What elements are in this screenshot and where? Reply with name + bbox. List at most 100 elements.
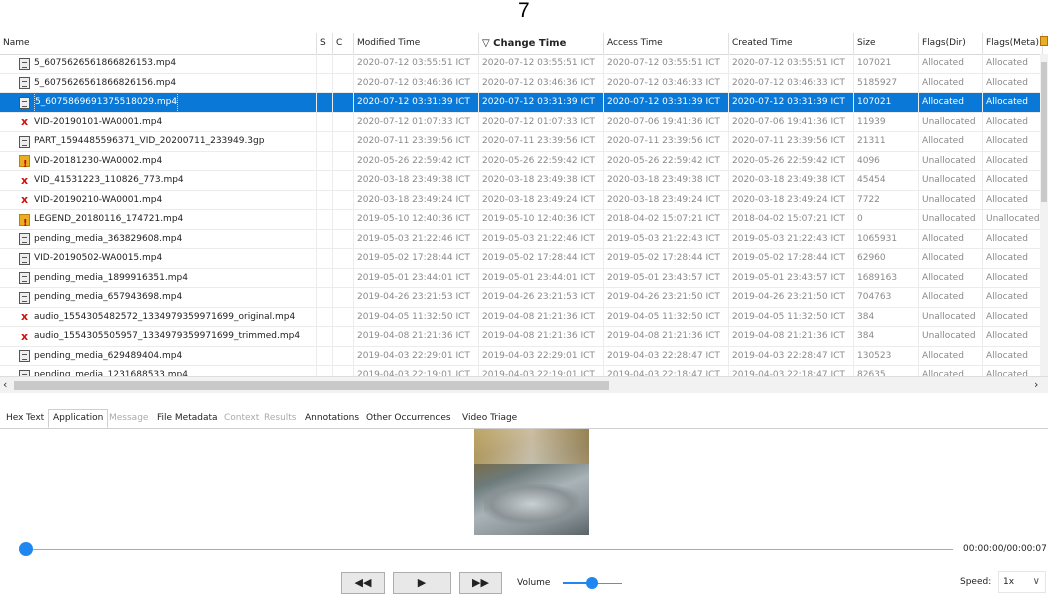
column-header-created[interactable]: Created Time [729, 33, 854, 54]
file-icon [19, 291, 30, 304]
table-row[interactable]: PART_1594485596371_VID_20200711_233949.3… [0, 132, 1043, 152]
playback-time: 00:00:00/00:00:07 [963, 544, 1047, 554]
cell-flags-dir: Allocated [919, 229, 983, 249]
tab-other-occurrences[interactable]: Other Occurrences [362, 410, 455, 427]
cell-access: 2019-04-03 22:28:47 ICT [604, 346, 729, 366]
file-icon [19, 350, 30, 362]
table-row[interactable]: x VID-20190101-WA0001.mp4 2020-07-12 01:07… [0, 112, 1043, 132]
cell-s [317, 132, 333, 151]
volume-label: Volume [517, 578, 551, 588]
cell-s [317, 93, 333, 112]
cell-name: x audio_1554305505957_1334979359971699_tr… [0, 327, 317, 346]
cell-c [333, 151, 354, 171]
cell-change: 2020-03-18 23:49:24 ICT [479, 190, 604, 210]
cell-access: 2020-07-06 19:41:36 ICT [604, 112, 729, 132]
fast-forward-button[interactable]: ▶▶ [459, 572, 502, 594]
column-header-name[interactable]: Name [0, 33, 317, 54]
speed-select[interactable]: 1x ∨ [998, 571, 1046, 593]
file-name: VID-20190210-WA0001.mp4 [34, 194, 163, 205]
scroll-right-icon[interactable]: › [1034, 378, 1038, 391]
cell-size: 130523 [854, 346, 919, 366]
file-icon [19, 233, 30, 245]
column-chooser-icon[interactable] [1040, 36, 1048, 46]
column-header-access[interactable]: Access Time [604, 33, 729, 54]
cell-modified: 2019-04-03 22:29:01 ICT [354, 346, 479, 366]
file-icon [19, 57, 30, 70]
table-row[interactable]: VID-20190502-WA0015.mp4 2019-05-02 17:28:… [0, 249, 1043, 269]
speed-label: Speed: [960, 577, 992, 587]
seek-track[interactable] [26, 549, 953, 550]
table-row[interactable]: 5_6075626561866826156.mp4 2020-07-12 03:4… [0, 73, 1043, 93]
table-row[interactable]: pending_media_629489404.mp4 2019-04-03 22… [0, 346, 1043, 366]
file-name: LEGEND_20180116_174721.mp4 [34, 214, 184, 224]
file-icon [19, 135, 30, 148]
cell-flags-dir: Allocated [919, 288, 983, 307]
horizontal-scrollbar[interactable]: ‹ › [0, 376, 1048, 393]
cell-flags-meta: Allocated [983, 268, 1043, 288]
cell-name: x VID-20190210-WA0001.mp4 [0, 190, 317, 210]
tab-file-metadata[interactable]: File Metadata [153, 410, 222, 427]
cell-created: 2020-07-12 03:55:51 ICT [729, 54, 854, 73]
table-row[interactable]: 5_6075869691375518029.mp4 2020-07-12 03:3… [0, 93, 1043, 113]
table-row[interactable]: x audio_1554305505957_1334979359971699_tr… [0, 327, 1043, 347]
cell-access: 2018-04-02 15:07:21 ICT [604, 210, 729, 229]
file-icon [19, 77, 30, 89]
tab-application[interactable]: Application [48, 409, 109, 428]
cell-c [333, 268, 354, 288]
play-button[interactable]: ▶ [393, 572, 451, 594]
cell-s [317, 151, 333, 171]
cell-flags-meta: Allocated [983, 346, 1043, 366]
table-row[interactable]: pending_media_363829608.mp4 2019-05-03 21… [0, 229, 1043, 249]
cell-modified: 2020-03-18 23:49:24 ICT [354, 190, 479, 210]
vertical-scrollbar[interactable] [1040, 54, 1048, 376]
cell-c [333, 93, 354, 112]
cell-size: 384 [854, 307, 919, 327]
cell-flags-meta: Allocated [983, 307, 1043, 327]
tab-video-triage[interactable]: Video Triage [458, 410, 521, 427]
cell-modified: 2019-05-10 12:40:36 ICT [354, 210, 479, 229]
cell-modified: 2019-05-02 17:28:44 ICT [354, 249, 479, 268]
file-name: VID-20181230-WA0002.mp4 [34, 155, 163, 166]
cell-flags-meta: Allocated [983, 54, 1043, 73]
cell-flags-dir: Allocated [919, 268, 983, 288]
cell-change: 2019-05-10 12:40:36 ICT [479, 210, 604, 229]
table-row[interactable]: LEGEND_20180116_174721.mp4 2019-05-10 12:… [0, 210, 1043, 230]
table-row[interactable]: x VID-20190210-WA0001.mp4 2020-03-18 23:49… [0, 190, 1043, 210]
table-row[interactable]: VID-20181230-WA0002.mp4 2020-05-26 22:59:… [0, 151, 1043, 171]
table-row[interactable]: pending_media_1899916351.mp4 2019-05-01 2… [0, 268, 1043, 288]
column-header-c[interactable]: C [333, 33, 354, 54]
cell-name: 5_6075869691375518029.mp4 [0, 93, 317, 112]
cell-s [317, 249, 333, 268]
tab-text[interactable]: Text [22, 410, 48, 427]
cell-created: 2019-05-02 17:28:44 ICT [729, 249, 854, 268]
cell-change: 2019-04-08 21:21:36 ICT [479, 327, 604, 346]
column-header-flags-dir[interactable]: Flags(Dir) [919, 33, 983, 54]
table-row[interactable]: 5_6075626561866826153.mp4 2020-07-12 03:5… [0, 54, 1043, 74]
rewind-button[interactable]: ◀◀ [341, 572, 385, 594]
column-header-flags-meta[interactable]: Flags(Meta) [983, 33, 1043, 54]
column-header-modified[interactable]: Modified Time [354, 33, 479, 54]
cell-created: 2019-04-26 23:21:50 ICT [729, 288, 854, 307]
cell-flags-dir: Unallocated [919, 151, 983, 171]
scroll-left-icon[interactable]: ‹ [3, 378, 7, 391]
horizontal-scroll-thumb[interactable] [14, 381, 609, 390]
cell-size: 7722 [854, 190, 919, 210]
volume-slider-knob[interactable] [586, 577, 598, 589]
vertical-scroll-thumb[interactable] [1041, 62, 1047, 202]
deleted-file-icon: x [20, 173, 29, 187]
table-row[interactable]: x VID_41531223_110826_773.mp4 2020-03-18 2… [0, 171, 1043, 191]
seek-slider-knob[interactable] [19, 542, 33, 556]
column-header-size[interactable]: Size [854, 33, 919, 54]
tab-annotations[interactable]: Annotations [301, 410, 363, 427]
file-name: VID_41531223_110826_773.mp4 [34, 175, 184, 185]
table-row[interactable]: x audio_1554305482572_1334979359971699_or… [0, 307, 1043, 327]
cell-size: 0 [854, 210, 919, 229]
cell-c [333, 171, 354, 190]
table-row[interactable]: pending_media_657943698.mp4 2019-04-26 23… [0, 288, 1043, 308]
column-header-s[interactable]: S [317, 33, 333, 54]
cell-created: 2018-04-02 15:07:21 ICT [729, 210, 854, 229]
cell-size: 45454 [854, 171, 919, 190]
column-header-change[interactable]: ▽ Change Time [479, 33, 604, 54]
file-table: Name S C Modified Time ▽ Change Time Access T… [0, 33, 1048, 378]
file-name: VID-20190502-WA0015.mp4 [34, 253, 163, 263]
